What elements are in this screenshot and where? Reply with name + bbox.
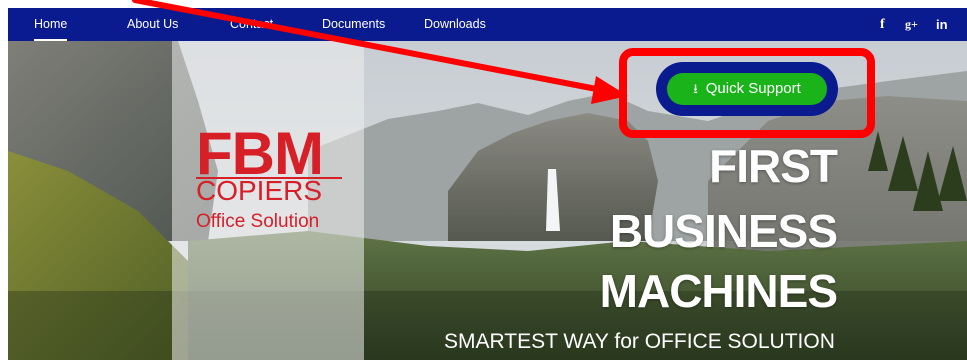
hero-tagline: SMARTEST WAY for OFFICE SOLUTION (444, 330, 835, 353)
top-nav-bar: Home About Us Contact Documents Download… (8, 8, 967, 41)
download-icon: ⭳ (693, 81, 698, 96)
linkedin-icon[interactable]: in (936, 8, 948, 41)
logo-office-solution-text: Office Solution (196, 211, 320, 232)
hero-title-line-1: FIRST (709, 140, 838, 192)
quick-support-button[interactable]: ⭳ Quick Support (667, 73, 827, 105)
hero-title-line-2: BUSINESS (609, 205, 838, 257)
facebook-icon[interactable]: f (880, 8, 885, 41)
google-plus-icon[interactable]: g+ (905, 8, 918, 41)
hero-title-line-3: MACHINES (599, 265, 838, 317)
page: Home About Us Contact Documents Download… (0, 0, 967, 360)
logo-copiers-text: COPIERS (196, 175, 323, 206)
quick-support-label: Quick Support (705, 80, 801, 97)
nav-home[interactable]: Home (34, 8, 68, 41)
nav-documents[interactable]: Documents (322, 8, 385, 41)
nav-downloads[interactable]: Downloads (424, 8, 486, 41)
nav-about-us[interactable]: About Us (127, 8, 178, 41)
nav-contact[interactable]: Contact (230, 8, 273, 41)
